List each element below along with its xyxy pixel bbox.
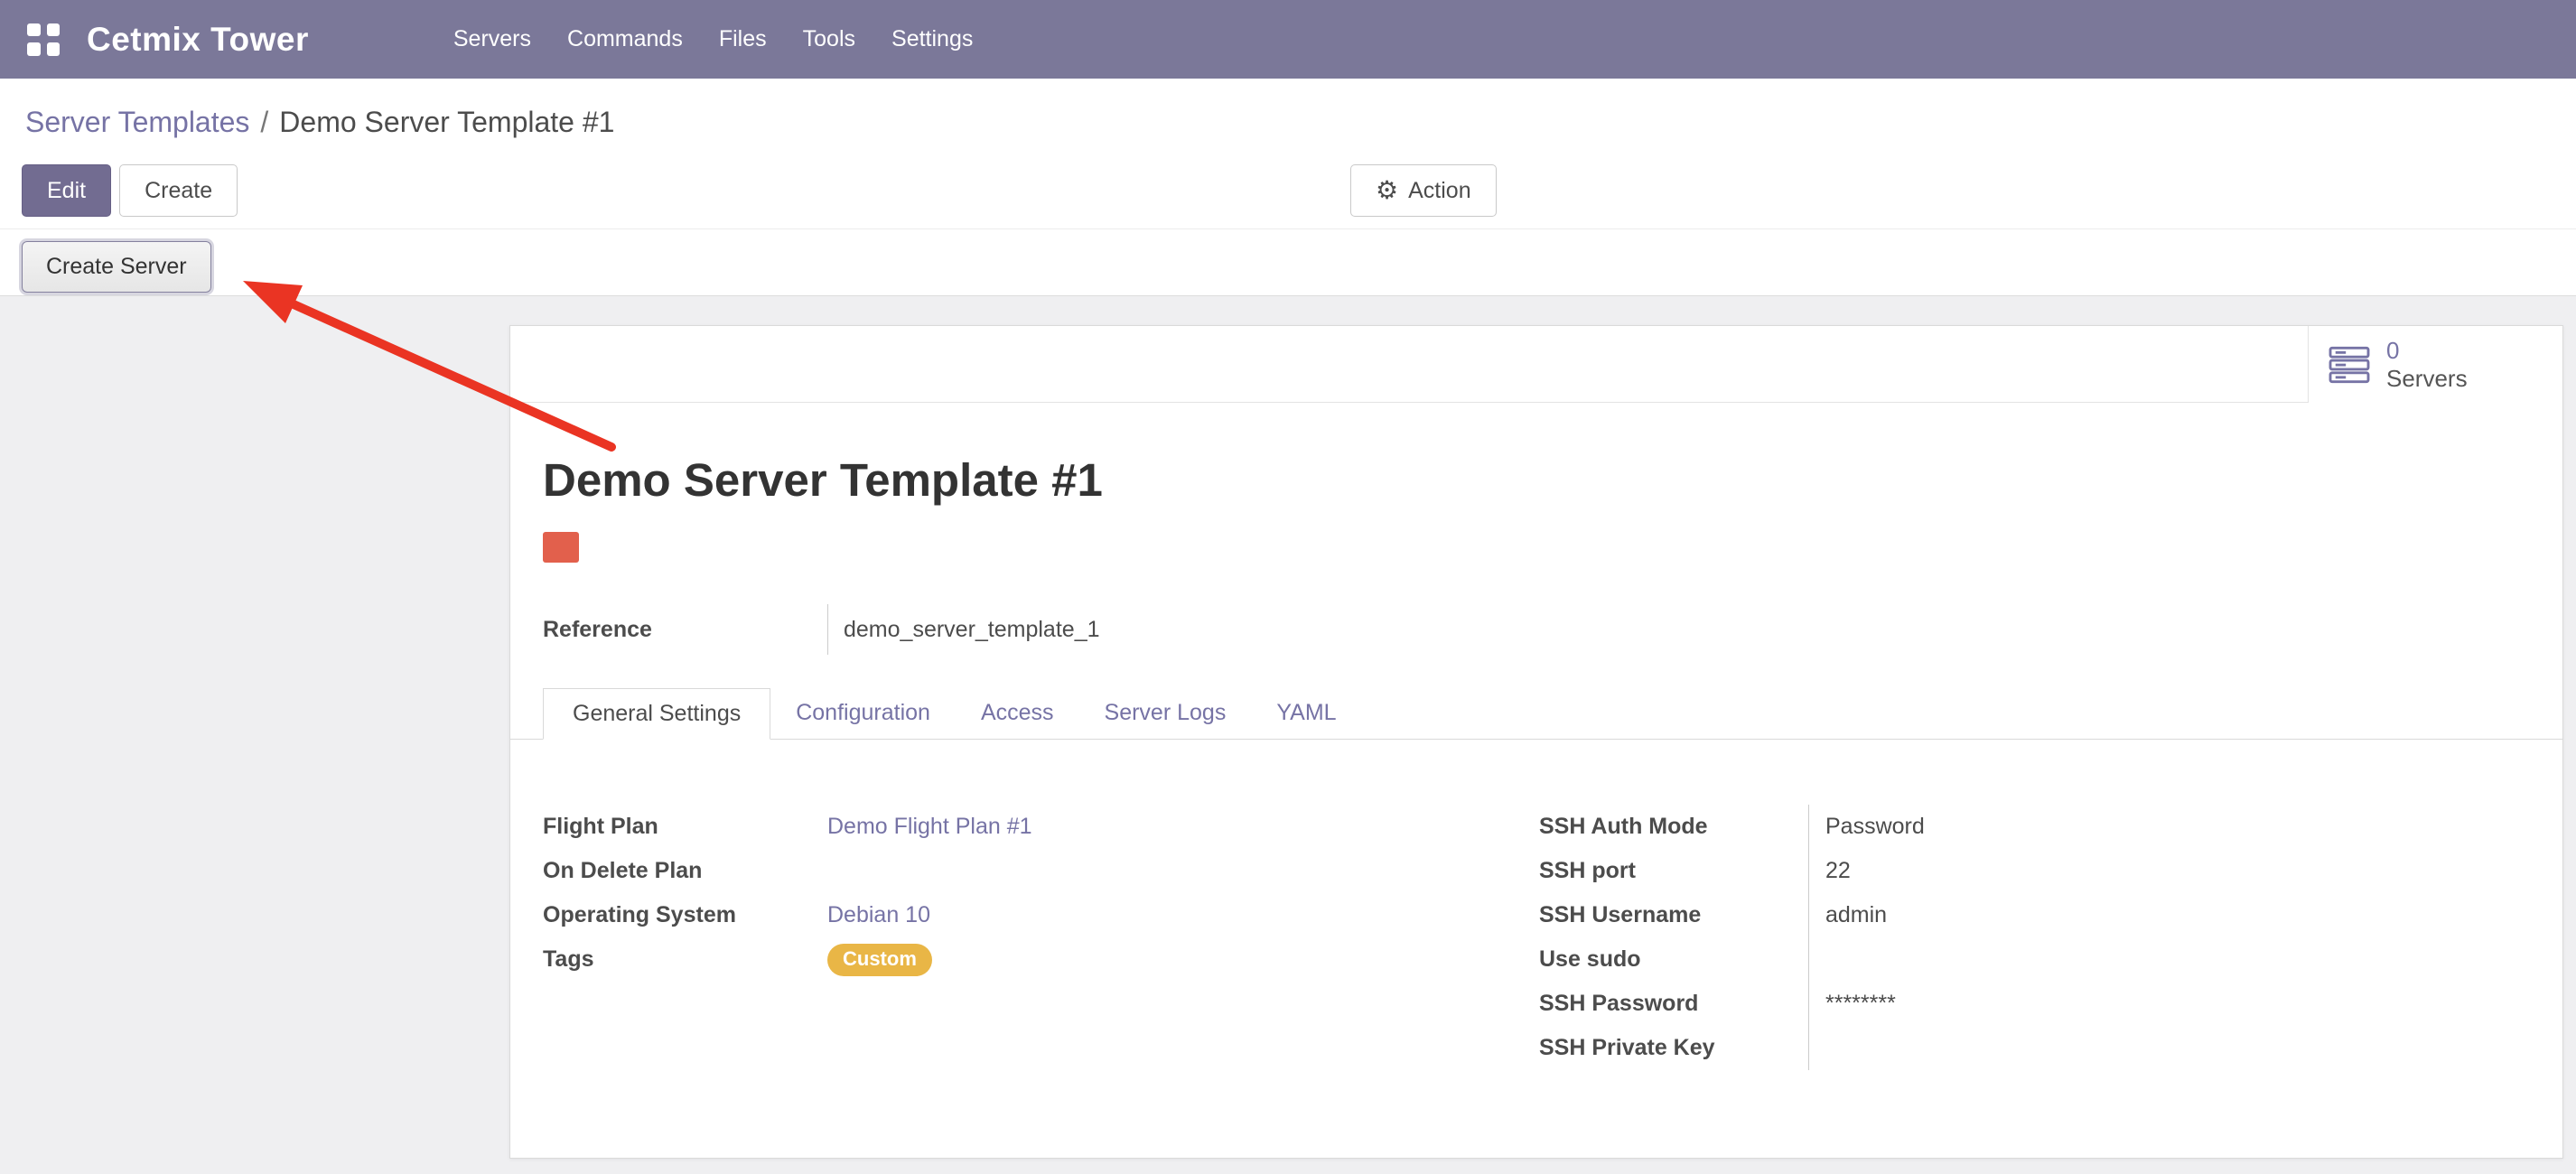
reference-label: Reference: [543, 604, 827, 655]
menu-item-servers[interactable]: Servers: [435, 12, 549, 67]
tab-access[interactable]: Access: [956, 687, 1079, 739]
app-brand: Cetmix Tower: [87, 21, 309, 59]
reference-field-row: Reference demo_server_template_1: [543, 604, 2562, 655]
content-area: 0 Servers Demo Server Template #1 Refere…: [0, 296, 2576, 1174]
action-button[interactable]: ⚙ Action: [1350, 164, 1497, 217]
servers-stat-button[interactable]: 0 Servers: [2308, 326, 2562, 403]
top-navbar: Cetmix Tower Servers Commands Files Tool…: [0, 0, 2576, 79]
stat-text: 0 Servers: [2386, 337, 2468, 393]
sheet-header-strip: 0 Servers: [510, 326, 2562, 403]
field-value-ssh-username: admin: [1825, 893, 2188, 937]
servers-icon: [2329, 346, 2370, 384]
menu-item-files[interactable]: Files: [701, 12, 785, 67]
breadcrumb: Server Templates/Demo Server Template #1: [0, 104, 2576, 140]
stat-label: Servers: [2386, 365, 2468, 393]
menu-item-commands[interactable]: Commands: [549, 12, 701, 67]
field-row-tags: Tags Custom: [543, 937, 1539, 982]
field-row-on-delete-plan: On Delete Plan: [543, 849, 1539, 893]
field-row-operating-system: Operating System Debian 10: [543, 893, 1539, 937]
field-value-flight-plan[interactable]: Demo Flight Plan #1: [827, 814, 1032, 840]
right-field-labels: SSH Auth Mode SSH port SSH Username Use …: [1539, 805, 1808, 1070]
apps-grid-square: [27, 23, 41, 37]
server-actions-bar: Create Server: [0, 228, 2576, 296]
field-label-use-sudo: Use sudo: [1539, 937, 1824, 982]
gear-icon: ⚙: [1376, 178, 1398, 203]
tab-general-settings[interactable]: General Settings: [543, 688, 770, 740]
tab-server-logs[interactable]: Server Logs: [1079, 687, 1252, 739]
apps-grid-square: [47, 23, 61, 37]
field-value-ssh-auth-mode: Password: [1825, 805, 2188, 849]
create-button[interactable]: Create: [119, 164, 238, 217]
field-group-right: SSH Auth Mode SSH port SSH Username Use …: [1539, 805, 2188, 1070]
field-value-tags: Custom: [827, 944, 932, 976]
apps-grid-square: [27, 42, 41, 56]
record-title: Demo Server Template #1: [543, 454, 2562, 507]
field-label-flight-plan: Flight Plan: [543, 814, 827, 840]
field-row-flight-plan: Flight Plan Demo Flight Plan #1: [543, 805, 1539, 849]
field-label-ssh-private-key: SSH Private Key: [1539, 1026, 1824, 1070]
tab-yaml[interactable]: YAML: [1251, 687, 1361, 739]
breadcrumb-separator: /: [249, 106, 279, 138]
field-label-operating-system: Operating System: [543, 902, 827, 928]
tab-configuration[interactable]: Configuration: [770, 687, 956, 739]
control-panel-buttons: Edit Create ⚙ Action: [22, 164, 2576, 217]
create-server-button[interactable]: Create Server: [22, 241, 211, 293]
control-panel: Server Templates/Demo Server Template #1…: [0, 79, 2576, 217]
menu-item-settings[interactable]: Settings: [873, 12, 991, 67]
field-value-ssh-private-key: [1825, 1026, 2188, 1070]
field-label-ssh-port: SSH port: [1539, 849, 1824, 893]
field-label-ssh-username: SSH Username: [1539, 893, 1824, 937]
field-value-operating-system[interactable]: Debian 10: [827, 902, 930, 928]
apps-grid-icon[interactable]: [27, 23, 60, 56]
breadcrumb-parent-link[interactable]: Server Templates: [25, 106, 249, 138]
field-label-ssh-password: SSH Password: [1539, 982, 1824, 1026]
field-label-tags: Tags: [543, 946, 827, 973]
reference-value: demo_server_template_1: [827, 604, 1100, 655]
breadcrumb-current: Demo Server Template #1: [279, 106, 614, 138]
right-field-values: Password 22 admin ********: [1808, 805, 2188, 1070]
field-label-ssh-auth-mode: SSH Auth Mode: [1539, 805, 1824, 849]
edit-button[interactable]: Edit: [22, 164, 111, 217]
action-button-label: Action: [1408, 178, 1470, 204]
main-menu: Servers Commands Files Tools Settings: [435, 12, 991, 67]
stat-count: 0: [2386, 337, 2468, 365]
field-value-use-sudo: [1825, 937, 2188, 982]
tag-badge-custom: Custom: [827, 944, 932, 976]
apps-grid-square: [47, 42, 61, 56]
field-groups: Flight Plan Demo Flight Plan #1 On Delet…: [510, 805, 2562, 1070]
menu-item-tools[interactable]: Tools: [785, 12, 873, 67]
field-group-left: Flight Plan Demo Flight Plan #1 On Delet…: [543, 805, 1539, 1070]
notebook-tabs: General Settings Configuration Access Se…: [510, 687, 2562, 740]
field-label-on-delete-plan: On Delete Plan: [543, 858, 827, 884]
field-value-ssh-port: 22: [1825, 849, 2188, 893]
color-swatch[interactable]: [543, 532, 579, 563]
form-sheet: 0 Servers Demo Server Template #1 Refere…: [509, 325, 2563, 1159]
field-value-ssh-password: ********: [1825, 982, 2188, 1026]
